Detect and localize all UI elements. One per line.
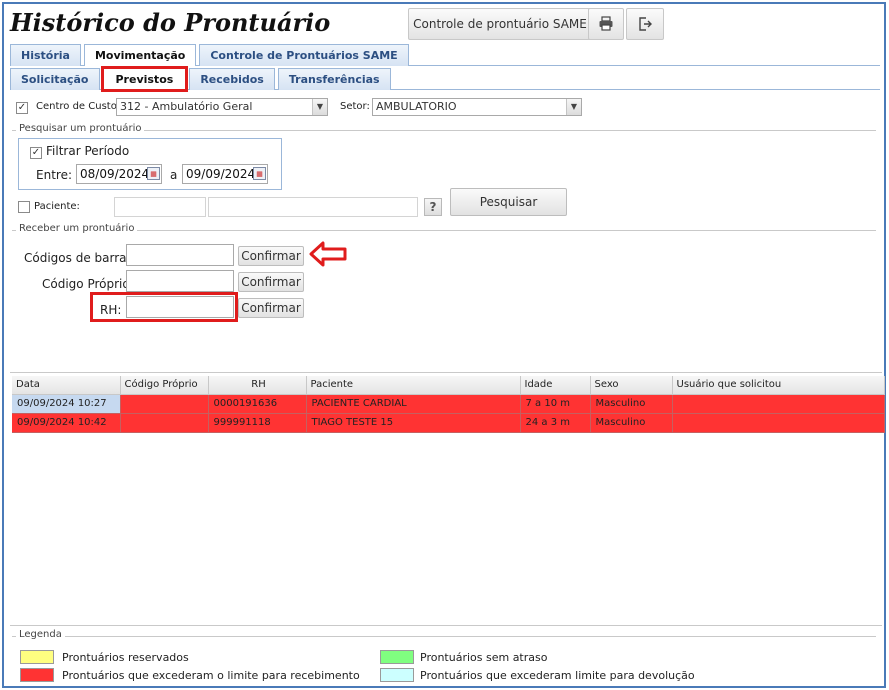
- calendar-icon[interactable]: ▦: [147, 167, 160, 180]
- legend-label-receipt-overdue: Prontuários que excederam o limite para …: [62, 669, 360, 682]
- search-fieldset: Pesquisar um prontuário: [12, 123, 876, 134]
- legend-swatch-on-time: [380, 650, 414, 664]
- tab-controle-same[interactable]: Controle de Prontuários SAME: [199, 44, 409, 66]
- help-button[interactable]: ?: [424, 198, 442, 216]
- cost-center-value: 312 - Ambulatório Geral: [120, 100, 253, 113]
- cell-idade: 7 a 10 m: [520, 394, 591, 414]
- tab-movimentacao[interactable]: Movimentação: [83, 44, 197, 66]
- cost-center-select[interactable]: 312 - Ambulatório Geral ▼: [116, 98, 328, 116]
- cell-data: 09/09/2024 10:27: [12, 394, 121, 414]
- logout-icon: [639, 17, 652, 31]
- legend-label-reserved: Prontuários reservados: [62, 651, 189, 664]
- cell-codigo: [120, 394, 209, 414]
- receive-fieldset: Receber um prontuário: [12, 223, 876, 234]
- column-header-idade[interactable]: Idade: [520, 376, 591, 395]
- legend-label-on-time: Prontuários sem atraso: [420, 651, 548, 664]
- legend-title: Legenda: [16, 629, 65, 640]
- cost-center-label: Centro de Custo:: [36, 101, 121, 112]
- sector-select[interactable]: AMBULATORIO ▼: [372, 98, 582, 116]
- tab-transferencias[interactable]: Transferências: [277, 68, 391, 90]
- table-row[interactable]: 09/09/2024 10:42 999991118 TIAGO TESTE 1…: [12, 413, 885, 433]
- column-header-usuario[interactable]: Usuário que solicitou: [672, 376, 885, 395]
- sector-label: Setor:: [340, 101, 370, 112]
- cell-paciente: TIAGO TESTE 15: [306, 413, 521, 433]
- patient-checkbox[interactable]: [18, 201, 30, 216]
- confirm-rh-button[interactable]: Confirmar: [238, 298, 304, 318]
- confirm-own-code-button[interactable]: Confirmar: [238, 272, 304, 292]
- filter-period-label: Filtrar Período: [46, 144, 130, 158]
- tab-recebidos[interactable]: Recebidos: [189, 68, 275, 90]
- date-from-value: 08/09/2024: [80, 167, 150, 181]
- search-button[interactable]: Pesquisar: [450, 188, 567, 216]
- cell-rh: 999991118: [208, 413, 307, 433]
- window-frame: Histórico do Prontuário Controle de pron…: [2, 2, 886, 688]
- question-icon: ?: [429, 200, 437, 214]
- cell-rh: 0000191636: [208, 394, 307, 414]
- table-row[interactable]: 09/09/2024 10:27 0000191636 PACIENTE CAR…: [12, 394, 885, 414]
- barcode-label: Códigos de barras:: [24, 251, 137, 265]
- table-header-row: Data Código Próprio RH Paciente Idade Se…: [12, 376, 885, 395]
- search-legend: Pesquisar um prontuário: [16, 123, 145, 134]
- cell-paciente: PACIENTE CARDIAL: [306, 394, 521, 414]
- legend-label-return-overdue: Prontuários que excederam limite para de…: [420, 669, 695, 682]
- cell-idade: 24 a 3 m: [520, 413, 591, 433]
- cost-center-checkbox[interactable]: ✓: [16, 100, 28, 114]
- column-header-paciente[interactable]: Paciente: [306, 376, 521, 395]
- cell-usuario: [672, 394, 885, 414]
- chevron-down-icon: ▼: [312, 99, 327, 115]
- cell-sexo: Masculino: [590, 394, 673, 414]
- tab-solicitacao[interactable]: Solicitação: [10, 68, 100, 90]
- main-tabs: História Movimentação Controle de Prontu…: [10, 44, 412, 66]
- patient-code-input[interactable]: [114, 197, 206, 217]
- rh-label: RH:: [100, 303, 122, 317]
- checkmark-icon: ✓: [30, 147, 42, 159]
- records-table: Data Código Próprio RH Paciente Idade Se…: [12, 376, 885, 433]
- sub-tabs: Solicitação Previstos Recebidos Transfer…: [10, 66, 394, 92]
- checkmark-icon: ✓: [16, 102, 28, 114]
- print-button[interactable]: [588, 8, 624, 40]
- cell-data: 09/09/2024 10:42: [12, 413, 121, 433]
- legend-fieldset: Legenda: [12, 629, 876, 640]
- page-title: Histórico do Prontuário: [10, 8, 331, 37]
- patient-label: Paciente:: [34, 201, 80, 212]
- column-header-rh[interactable]: RH: [208, 376, 307, 395]
- legend-swatch-receipt-overdue: [20, 668, 54, 682]
- filter-period-checkbox[interactable]: ✓: [30, 145, 42, 159]
- column-header-data[interactable]: Data: [12, 376, 121, 395]
- own-code-label: Código Próprio:: [42, 277, 134, 291]
- column-header-sexo[interactable]: Sexo: [590, 376, 673, 395]
- and-label: a: [170, 168, 178, 182]
- cell-usuario: [672, 413, 885, 433]
- barcode-input[interactable]: [126, 244, 234, 266]
- rh-input[interactable]: [126, 296, 234, 318]
- receive-legend: Receber um prontuário: [16, 223, 138, 234]
- exit-button[interactable]: [626, 8, 664, 40]
- chevron-down-icon: ▼: [566, 99, 581, 115]
- cell-sexo: Masculino: [590, 413, 673, 433]
- same-control-button[interactable]: Controle de prontuário SAME: [408, 8, 592, 40]
- cell-codigo: [120, 413, 209, 433]
- printer-icon: [599, 16, 613, 31]
- tab-previstos[interactable]: Previstos: [100, 66, 189, 92]
- checkbox-empty-icon: [18, 201, 30, 213]
- column-header-codigo[interactable]: Código Próprio: [120, 376, 209, 395]
- arrow-left-icon: [309, 241, 347, 267]
- tab-historia[interactable]: História: [10, 44, 81, 66]
- own-code-input[interactable]: [126, 270, 234, 292]
- calendar-icon[interactable]: ▦: [253, 167, 266, 180]
- confirm-barcode-button[interactable]: Confirmar: [238, 246, 304, 266]
- date-to-value: 09/09/2024: [186, 167, 256, 181]
- legend-swatch-return-overdue: [380, 668, 414, 682]
- between-label: Entre:: [36, 168, 72, 182]
- sector-value: AMBULATORIO: [376, 100, 457, 113]
- legend-swatch-reserved: [20, 650, 54, 664]
- patient-name-input[interactable]: [208, 197, 418, 217]
